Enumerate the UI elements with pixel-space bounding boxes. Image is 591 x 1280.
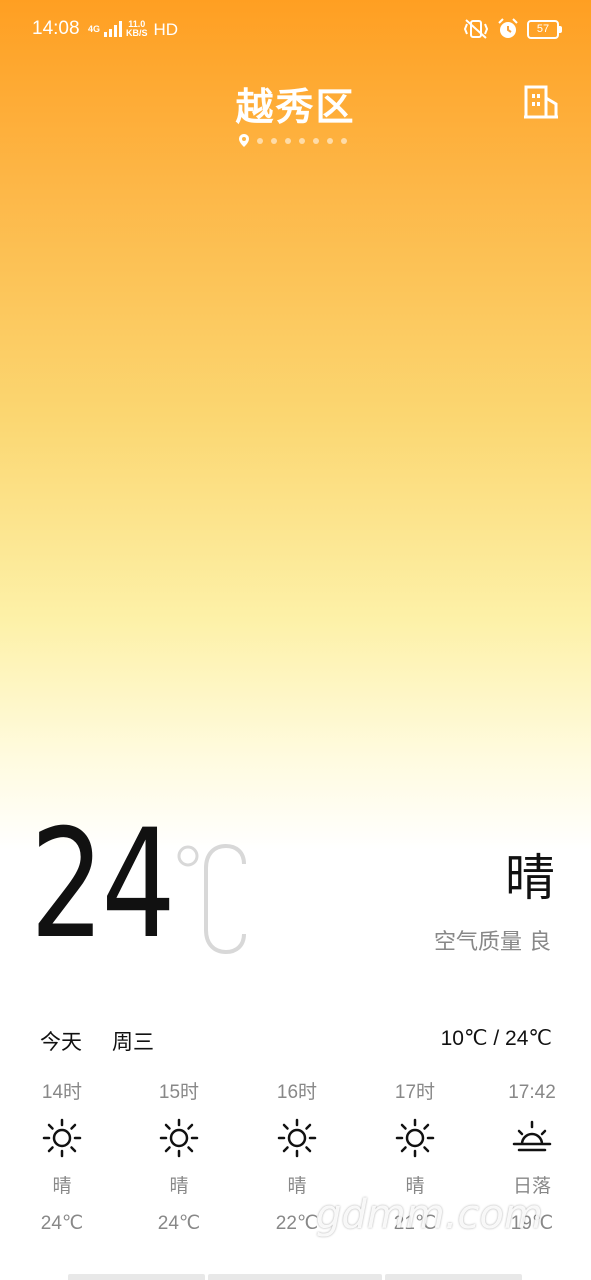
current-temperature: 24 — [30, 798, 176, 972]
network-indicator: 4G 11.0 KB/S HD — [88, 20, 178, 38]
hour-time: 14时 — [41, 1082, 83, 1103]
watermark: gdmm.com — [316, 1192, 543, 1238]
sunset-icon — [477, 1108, 587, 1168]
location-pin-icon — [239, 134, 249, 147]
hour-time: 17时 — [394, 1082, 436, 1103]
hd-indicator: HD — [153, 19, 179, 39]
hour-temperature: 24℃ — [157, 1213, 201, 1234]
battery-indicator: 57 — [527, 19, 562, 39]
hour-condition: 晴 — [169, 1175, 189, 1197]
sun-icon — [7, 1108, 117, 1168]
page-dot — [313, 137, 319, 144]
vibrate-off-icon — [463, 19, 489, 39]
status-bar: 14:08 4G 11.0 KB/S HD 57 — [0, 0, 591, 60]
hour-time: 17:42 — [508, 1082, 556, 1103]
hour-condition: 晴 — [52, 1175, 72, 1197]
signal-icon — [104, 21, 123, 37]
today-summary: 今天 周三 10℃ / 24℃ — [40, 1026, 552, 1056]
status-right: 57 — [463, 18, 562, 40]
hour-temperature: 24℃ — [40, 1213, 84, 1234]
hourly-item: 15时 晴 24℃ — [124, 1078, 234, 1244]
page-dot — [341, 137, 347, 144]
page-dot — [285, 137, 291, 144]
sun-icon — [242, 1108, 352, 1168]
hourly-item: 14时 晴 24℃ — [7, 1078, 117, 1244]
city-title[interactable]: 越秀区 — [0, 76, 591, 131]
speed-unit: KB/S — [126, 28, 148, 38]
celsius-icon — [177, 843, 246, 955]
network-type: 4G — [88, 23, 101, 34]
air-quality[interactable]: 空气质量 良 — [434, 924, 551, 956]
bottom-tab-hint — [68, 1274, 522, 1280]
page-dot — [271, 137, 277, 144]
page-dot — [327, 137, 333, 144]
hour-time: 15时 — [158, 1082, 200, 1103]
network-speed: 11.0 KB/S — [126, 20, 148, 38]
alarm-icon — [498, 18, 518, 38]
today-temp-range: 10℃ / 24℃ — [440, 1027, 552, 1050]
current-condition: 晴 — [505, 849, 555, 907]
status-time: 14:08 — [32, 18, 80, 39]
page-indicator — [239, 134, 347, 147]
page-dot — [257, 137, 263, 144]
city-management-icon[interactable] — [522, 84, 560, 120]
today-label: 今天 — [40, 1030, 82, 1054]
today-weekday: 周三 — [112, 1030, 154, 1054]
hour-time: 16时 — [276, 1082, 318, 1103]
sun-icon — [124, 1108, 234, 1168]
page-dot — [299, 137, 305, 144]
sun-icon — [360, 1108, 470, 1168]
